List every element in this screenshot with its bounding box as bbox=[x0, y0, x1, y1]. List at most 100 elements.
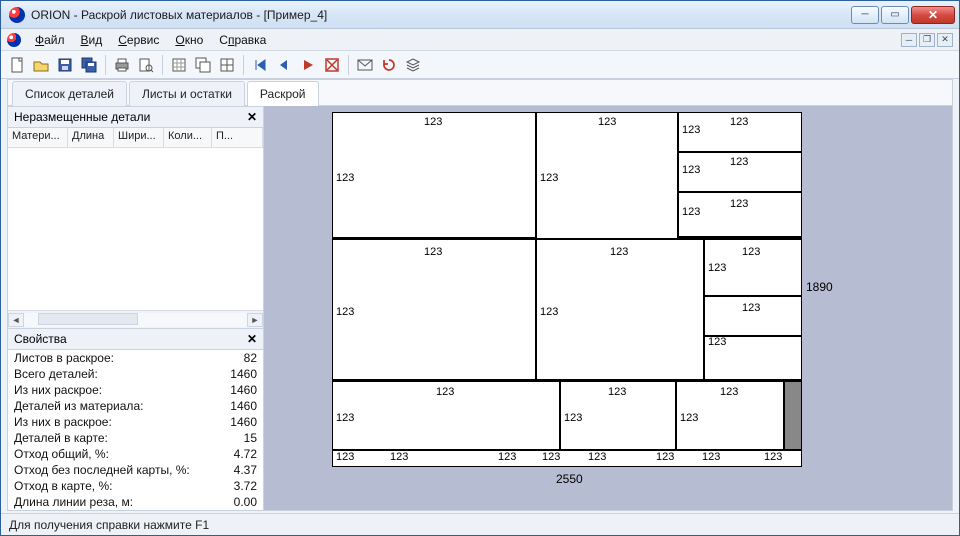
refresh-icon[interactable] bbox=[379, 55, 399, 75]
layers-icon[interactable] bbox=[403, 55, 423, 75]
props-close-icon[interactable]: ✕ bbox=[247, 332, 257, 346]
prop-row: Длина линии реза, м:0.00 bbox=[8, 494, 263, 510]
menu-view[interactable]: Вид bbox=[73, 31, 111, 49]
unplaced-close-icon[interactable]: ✕ bbox=[247, 110, 257, 124]
minimize-button[interactable]: ─ bbox=[851, 6, 879, 24]
grid-body[interactable] bbox=[8, 148, 263, 310]
part-label: 123 bbox=[336, 306, 354, 318]
prop-label: Деталей в карте: bbox=[14, 431, 108, 445]
scale-label: 123 bbox=[764, 451, 782, 463]
scroll-thumb[interactable] bbox=[38, 313, 138, 325]
scroll-left-icon[interactable]: ◄ bbox=[8, 313, 24, 327]
scale-label: 123 bbox=[336, 451, 354, 463]
part bbox=[332, 112, 536, 238]
open-icon[interactable] bbox=[31, 55, 51, 75]
mdi-restore-button[interactable]: ❐ bbox=[919, 33, 935, 47]
run-icon[interactable] bbox=[298, 55, 318, 75]
menubar: Файл Вид Сервис Окно Справка ─ ❐ ✕ bbox=[1, 29, 959, 51]
prop-row: Отход в карте, %:3.72 bbox=[8, 478, 263, 494]
prop-label: Длина линии реза, м: bbox=[14, 495, 133, 509]
scale-label: 123 bbox=[498, 451, 516, 463]
sheet2-icon[interactable] bbox=[193, 55, 213, 75]
prop-row: Из них раскрое:1460 bbox=[8, 382, 263, 398]
props-title: Свойства bbox=[14, 332, 67, 346]
mdi-minimize-button[interactable]: ─ bbox=[901, 33, 917, 47]
menu-service[interactable]: Сервис bbox=[110, 31, 167, 49]
prop-value: 1460 bbox=[230, 415, 257, 429]
part bbox=[332, 238, 536, 380]
stop-icon[interactable] bbox=[322, 55, 342, 75]
part-label: 123 bbox=[682, 206, 700, 218]
close-button[interactable]: ✕ bbox=[911, 6, 955, 24]
tabs: Список деталей Листы и остатки Раскрой bbox=[8, 80, 952, 106]
part-label: 123 bbox=[682, 164, 700, 176]
part-label: 123 bbox=[708, 262, 726, 274]
statusbar: Для получения справки нажмите F1 bbox=[1, 513, 959, 535]
scale-label: 123 bbox=[702, 451, 720, 463]
part bbox=[536, 238, 704, 380]
sheet-icon[interactable] bbox=[169, 55, 189, 75]
grid-icon[interactable] bbox=[217, 55, 237, 75]
part-label: 123 bbox=[424, 116, 442, 128]
tab-parts-list[interactable]: Список деталей bbox=[12, 81, 127, 106]
part-label: 123 bbox=[608, 386, 626, 398]
tab-sheets[interactable]: Листы и остатки bbox=[129, 81, 245, 106]
prop-value: 4.72 bbox=[234, 447, 257, 461]
scale-label: 123 bbox=[588, 451, 606, 463]
menu-window[interactable]: Окно bbox=[167, 31, 211, 49]
save-icon[interactable] bbox=[55, 55, 75, 75]
unplaced-title: Неразмещенные детали bbox=[14, 110, 150, 124]
maximize-button[interactable]: ▭ bbox=[881, 6, 909, 24]
props-header: Свойства ✕ bbox=[8, 328, 263, 350]
menu-help[interactable]: Справка bbox=[211, 31, 274, 49]
part-label: 123 bbox=[336, 412, 354, 424]
part-label: 123 bbox=[540, 172, 558, 184]
part-label: 123 bbox=[730, 198, 748, 210]
prop-row: Деталей в карте:15 bbox=[8, 430, 263, 446]
preview-icon[interactable] bbox=[136, 55, 156, 75]
part-label: 123 bbox=[680, 412, 698, 424]
col-material[interactable]: Матери... bbox=[8, 128, 68, 147]
part-label: 123 bbox=[610, 246, 628, 258]
window: ORION - Раскрой листовых материалов - [П… bbox=[0, 0, 960, 536]
app-icon bbox=[9, 7, 25, 23]
prop-row: Из них в раскрое: 1460 bbox=[8, 414, 263, 430]
part-label: 123 bbox=[708, 336, 726, 348]
scroll-right-icon[interactable]: ► bbox=[247, 313, 263, 327]
toolbar bbox=[1, 51, 959, 79]
col-length[interactable]: Длина bbox=[68, 128, 114, 147]
col-qty[interactable]: Коли... bbox=[164, 128, 212, 147]
waste bbox=[784, 380, 802, 450]
menu-file[interactable]: Файл bbox=[27, 31, 73, 49]
new-icon[interactable] bbox=[7, 55, 27, 75]
doc-icon bbox=[7, 33, 21, 47]
prop-value: 1460 bbox=[230, 367, 257, 381]
col-p[interactable]: П... bbox=[212, 128, 263, 147]
part-label: 123 bbox=[720, 386, 738, 398]
first-icon[interactable] bbox=[250, 55, 270, 75]
part-label: 123 bbox=[682, 124, 700, 136]
part-label: 123 bbox=[730, 116, 748, 128]
part-label: 123 bbox=[436, 386, 454, 398]
saveall-icon[interactable] bbox=[79, 55, 99, 75]
prop-label: Из них в раскрое: bbox=[14, 415, 112, 429]
mail-icon[interactable] bbox=[355, 55, 375, 75]
print-icon[interactable] bbox=[112, 55, 132, 75]
prop-label: Листов в раскрое: bbox=[14, 351, 114, 365]
scale-label: 123 bbox=[656, 451, 674, 463]
prop-label: Деталей из материала: bbox=[14, 399, 143, 413]
dim-height: 1890 bbox=[806, 280, 833, 294]
window-title: ORION - Раскрой листовых материалов - [П… bbox=[31, 8, 327, 22]
cutting-canvas[interactable]: 123 123 123 123 123 123 123 123 123 123 … bbox=[264, 106, 952, 510]
mdi-close-button[interactable]: ✕ bbox=[937, 33, 953, 47]
hscrollbar[interactable]: ◄ ► bbox=[8, 310, 263, 328]
part-label: 123 bbox=[424, 246, 442, 258]
status-text: Для получения справки нажмите F1 bbox=[9, 518, 209, 532]
prop-row: Листов в раскрое:82 bbox=[8, 350, 263, 366]
dim-width: 2550 bbox=[556, 472, 583, 486]
prop-value: 1460 bbox=[230, 399, 257, 413]
tab-cutting[interactable]: Раскрой bbox=[247, 81, 319, 106]
prop-label: Отход без последней карты, %: bbox=[14, 463, 190, 477]
prev-icon[interactable] bbox=[274, 55, 294, 75]
col-width[interactable]: Шири... bbox=[114, 128, 164, 147]
